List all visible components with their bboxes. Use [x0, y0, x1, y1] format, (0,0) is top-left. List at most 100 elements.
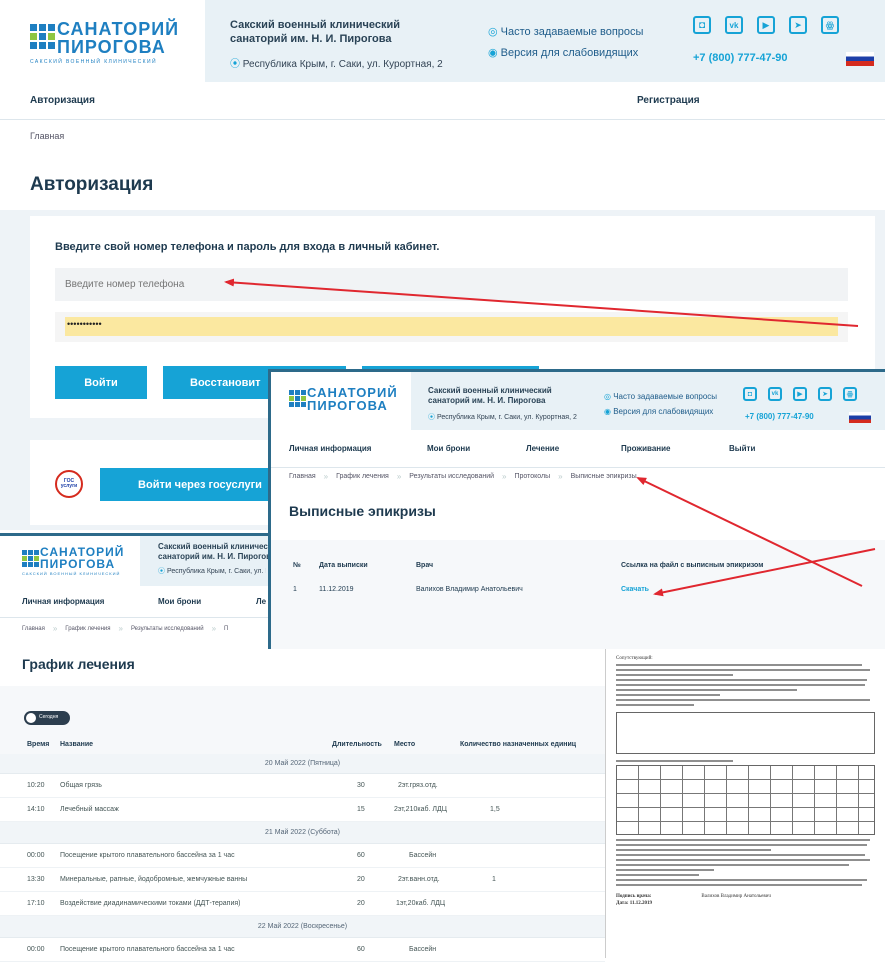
faq-link[interactable]: ◎ Часто задаваемые вопросы [488, 25, 643, 38]
doc-line [616, 760, 733, 762]
toggle-knob [26, 713, 36, 723]
doc-line [616, 884, 863, 886]
phone-number[interactable]: +7 (800) 777-47-90 [693, 52, 787, 64]
epicrisis-phone[interactable]: +7 (800) 777-47-90 [745, 412, 814, 421]
nav-my-bookings[interactable]: Мои брони [427, 444, 470, 453]
site-logo[interactable]: САНАТОРИЙ ПИРОГОВА САКСКИЙ ВОЕННЫЙ КЛИНИ… [0, 0, 205, 82]
epicrisis-logo[interactable]: САНАТОРИЙ ПИРОГОВА [271, 372, 411, 430]
schedule-crumb-schedule[interactable]: График лечения [65, 626, 110, 632]
schedule-logo-line2: ПИРОГОВА [40, 557, 116, 571]
schedule-logo-mark-icon [22, 550, 39, 567]
table-row[interactable]: 13:30 Минеральные, рапные, йодобромные, … [0, 868, 605, 892]
epicrisis-flag-icon[interactable] [849, 412, 871, 423]
doc-heading: Сопутствующий: [616, 656, 653, 661]
row-place: Бассейн [409, 852, 437, 859]
epicrisis-title: Выписные эпикризы [289, 503, 436, 519]
schedule-org-line2: санаторий им. Н. И. Пирогова [158, 552, 276, 561]
today-toggle[interactable]: Сегодня [24, 711, 70, 725]
org-name: Сакский военный клинический санаторий им… [230, 18, 400, 46]
epicrisis-chat-icon: ◎ [604, 392, 611, 401]
schedule-nav-personal[interactable]: Личная информация [22, 597, 104, 606]
schedule-crumb-results[interactable]: Результаты исследований [131, 626, 204, 632]
nav-logout[interactable]: Выйти [729, 444, 755, 453]
schedule-nav-bookings[interactable]: Мои брони [158, 597, 201, 606]
crumb-protocols[interactable]: Протоколы [514, 473, 550, 480]
table-row[interactable]: 1 11.12.2019 Валихов Владимир Анатольеви… [271, 586, 885, 602]
gosuslugi-logo-text: ГОС услуги [60, 478, 78, 489]
table-row[interactable]: 00:00 Посещение крытого плавательного ба… [0, 938, 605, 962]
schedule-logo[interactable]: САНАТОРИЙ ПИРОГОВА САКСКИЙ ВОЕННЫЙ КЛИНИ… [0, 536, 140, 586]
doc-line [616, 849, 772, 851]
doc-line [616, 669, 870, 671]
table-row[interactable]: 00:00 Посещение крытого плавательного ба… [0, 844, 605, 868]
schedule-logo-tagline: САКСКИЙ ВОЕННЫЙ КЛИНИЧЕСКИЙ [22, 571, 121, 576]
schedule-nav-treatment[interactable]: Ле [256, 597, 266, 606]
telegram-icon[interactable]: ➤ [818, 387, 832, 401]
schedule-title: График лечения [22, 656, 135, 672]
row-name: Посещение крытого плавательного бассейна… [60, 852, 235, 859]
youtube-icon[interactable]: ▶ [793, 387, 807, 401]
day-label: 20 Май 2022 (Пятница) [264, 760, 341, 767]
epicrisis-faq-link[interactable]: ◎ Часто задаваемые вопросы [604, 392, 717, 401]
russian-flag-icon[interactable] [846, 52, 874, 66]
schedule-address-text: Республика Крым, г. Саки, ул. Курортная,… [166, 568, 266, 575]
odnoklassniki-icon[interactable]: ꙮ [843, 387, 857, 401]
table-row[interactable]: 14:10 Лечебный массаж 15 2эт,210каб. ЛДЦ… [0, 798, 605, 822]
schedule-crumb-protocols[interactable]: П [224, 626, 228, 632]
crumb-home[interactable]: Главная [289, 473, 316, 480]
day-label: 21 Май 2022 (Суббота) [265, 829, 340, 836]
vk-icon[interactable]: vk [768, 387, 782, 401]
login-title: Авторизация [30, 174, 154, 195]
crumb-schedule[interactable]: График лечения [336, 473, 389, 480]
low-vision-link[interactable]: ◉ Версия для слабовидящих [488, 46, 638, 59]
nav-register[interactable]: Регистрация [637, 95, 700, 106]
table-row[interactable]: 10:20 Общая грязь 30 2эт.гряз.отд. [0, 774, 605, 798]
doc-table-1 [616, 712, 875, 754]
epicrisis-table-bg: № Дата выписки Врач Ссылка на файл с вып… [271, 540, 885, 649]
crumb-separator: » [323, 472, 329, 481]
password-mask: ••••••••••• [67, 319, 102, 329]
epicrisis-breadcrumb: Главная » График лечения » Результаты иссл… [289, 472, 637, 481]
epicrisis-document: Сопутствующий: Подпись врача: Валихов Вл… [605, 645, 885, 958]
row-time: 17:10 [27, 900, 45, 907]
address-text: Республика Крым, г. Саки, ул. Курортная,… [242, 59, 443, 70]
ok-icon[interactable]: ◘ [743, 387, 757, 401]
ok-icon[interactable]: ◘ [693, 16, 711, 34]
nav-auth[interactable]: Авторизация [30, 95, 95, 106]
row-time: 10:20 [27, 782, 45, 789]
schedule-crumb-home[interactable]: Главная [22, 626, 45, 632]
password-input[interactable]: ••••••••••• [55, 312, 848, 342]
doc-line [616, 679, 868, 681]
epicrisis-eye-icon: ◉ [604, 407, 611, 416]
download-link[interactable]: Скачать [621, 586, 649, 593]
phone-input[interactable] [55, 268, 848, 301]
vk-icon[interactable]: vk [725, 16, 743, 34]
row-number: 1 [293, 586, 297, 593]
doc-signature: Подпись врача: Валихов Владимир Анатолье… [616, 894, 875, 899]
nav-personal-info[interactable]: Личная информация [289, 444, 371, 453]
day-header: 22 Май 2022 (Воскресенье) [0, 916, 605, 938]
login-breadcrumb[interactable]: Главная [30, 131, 64, 141]
login-button[interactable]: Войти [55, 366, 147, 399]
epicrisis-low-vision-link[interactable]: ◉ Версия для слабовидящих [604, 407, 713, 416]
nav-accommodation[interactable]: Проживание [621, 444, 670, 453]
row-name: Общая грязь [60, 782, 102, 789]
col-doctor: Врач [416, 562, 434, 569]
doc-line [616, 859, 870, 861]
col-duration: Длительность [332, 741, 382, 748]
org-name-line1: Сакский военный клинический [230, 19, 401, 31]
nav-treatment[interactable]: Лечение [526, 444, 559, 453]
telegram-icon[interactable]: ➤ [789, 16, 807, 34]
crumb-epicrisis: Выписные эпикризы [570, 473, 637, 480]
row-time: 13:30 [27, 876, 45, 883]
epicrisis-social-links: ◘ vk ▶ ➤ ꙮ [743, 387, 857, 401]
crumb-results[interactable]: Результаты исследований [409, 473, 494, 480]
doc-date: Дата: 11.12.2019 [616, 901, 652, 906]
youtube-icon[interactable]: ▶ [757, 16, 775, 34]
row-name: Воздействие диадинамическими токами (ДДТ… [60, 900, 241, 907]
doc-line [616, 839, 870, 841]
gosuslugi-logo-icon: ГОС услуги [55, 470, 83, 498]
odnoklassniki-icon[interactable]: ꙮ [821, 16, 839, 34]
eye-icon: ◉ [488, 47, 498, 59]
table-row[interactable]: 17:10 Воздействие диадинамическими токам… [0, 892, 605, 916]
